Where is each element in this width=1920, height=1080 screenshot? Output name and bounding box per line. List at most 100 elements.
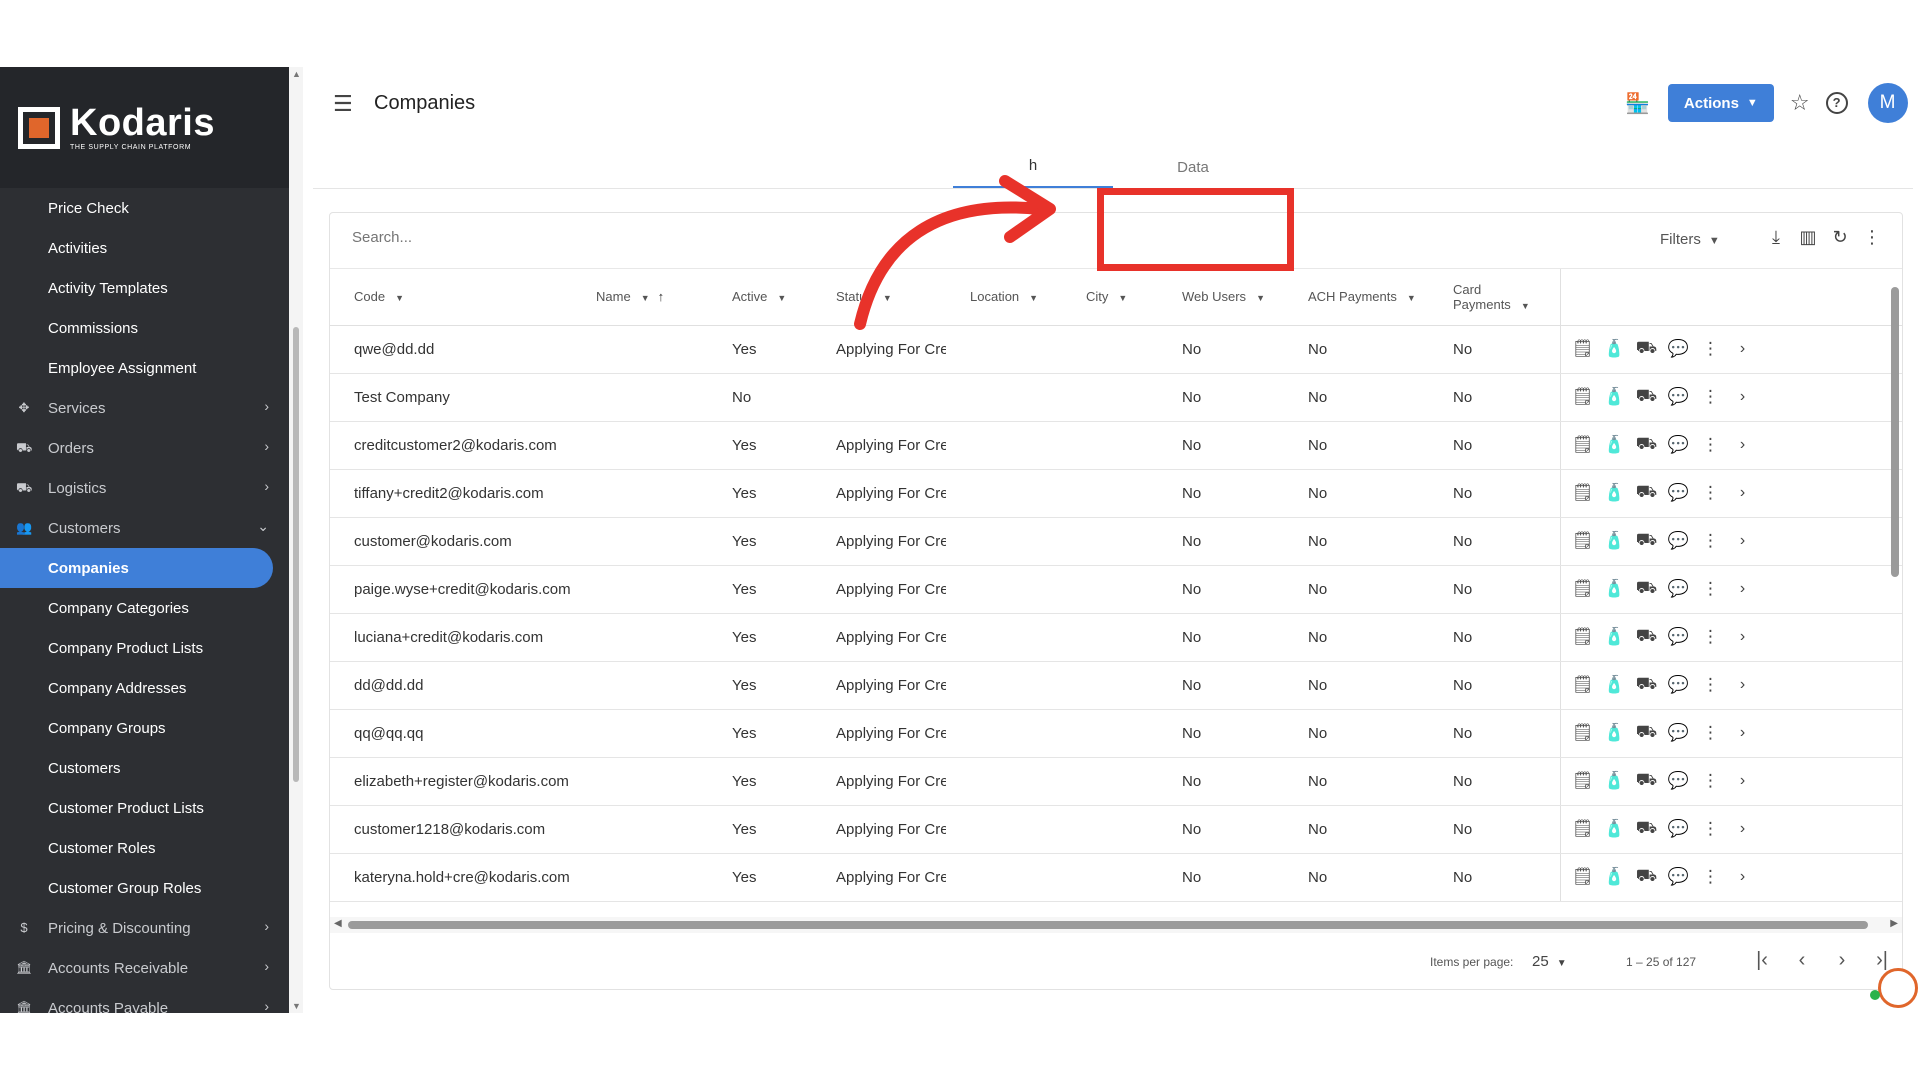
- note-add-icon[interactable]: 🗒: [1567, 483, 1599, 503]
- avatar[interactable]: M: [1867, 83, 1908, 123]
- help-icon[interactable]: ?: [1825, 92, 1848, 114]
- chevron-right-icon[interactable]: ›: [1727, 724, 1759, 742]
- table-row[interactable]: dd@dd.ddYesApplying For CreditNoNoNo🗒🧴⛟💬…: [330, 661, 1902, 710]
- scroll-left-icon[interactable]: ◀: [334, 918, 342, 929]
- bottle-icon[interactable]: 🧴: [1599, 483, 1631, 503]
- items-per-page-select[interactable]: 25 ▼: [1532, 953, 1567, 970]
- comment-icon[interactable]: 💬: [1663, 483, 1695, 503]
- sidebar-item-activity-templates[interactable]: Activity Templates: [0, 268, 289, 308]
- caret-down-icon[interactable]: ▼: [777, 293, 786, 303]
- caret-down-icon[interactable]: ▼: [1256, 293, 1265, 303]
- truck-icon[interactable]: ⛟: [1631, 674, 1663, 696]
- columns-icon[interactable]: ▥: [1792, 227, 1824, 248]
- sidebar-scroll-thumb[interactable]: [293, 327, 299, 782]
- note-add-icon[interactable]: 🗒: [1567, 339, 1599, 359]
- sidebar-item-orders[interactable]: ⛟ Orders ›: [0, 428, 289, 468]
- comment-icon[interactable]: 💬: [1663, 339, 1695, 359]
- actions-button[interactable]: Actions ▼: [1667, 84, 1774, 122]
- more-vert-icon[interactable]: ⋮: [1695, 819, 1727, 839]
- bottle-icon[interactable]: 🧴: [1599, 627, 1631, 647]
- download-icon[interactable]: ⤓: [1760, 227, 1792, 248]
- prev-page-icon[interactable]: ‹: [1782, 949, 1822, 972]
- more-vert-icon[interactable]: ⋮: [1695, 531, 1727, 551]
- truck-icon[interactable]: ⛟: [1631, 434, 1663, 456]
- caret-down-icon[interactable]: ▼: [1521, 301, 1530, 311]
- more-vert-icon[interactable]: ⋮: [1695, 579, 1727, 599]
- truck-icon[interactable]: ⛟: [1631, 338, 1663, 360]
- table-row[interactable]: tiffany+credit2@kodaris.com Yes Applying F…: [330, 469, 1902, 518]
- chevron-right-icon[interactable]: ›: [1727, 628, 1759, 646]
- horizontal-scroll-thumb[interactable]: [348, 921, 1868, 929]
- note-add-icon[interactable]: 🗒: [1567, 723, 1599, 743]
- truck-icon[interactable]: ⛟: [1631, 578, 1663, 600]
- table-row[interactable]: paige.wyse+credit@kodaris.com Yes Applying…: [330, 565, 1902, 614]
- caret-down-icon[interactable]: ▼: [641, 293, 650, 303]
- sidebar-item-customer-roles[interactable]: Customer Roles: [0, 828, 289, 868]
- comment-icon[interactable]: 💬: [1663, 771, 1695, 791]
- chevron-right-icon[interactable]: ›: [1727, 820, 1759, 838]
- note-add-icon[interactable]: 🗒: [1567, 579, 1599, 599]
- truck-icon[interactable]: ⛟: [1631, 386, 1663, 408]
- truck-icon[interactable]: ⛟: [1631, 722, 1663, 744]
- bottle-icon[interactable]: 🧴: [1599, 675, 1631, 695]
- table-row[interactable]: kateryna.hold+cre@kodaris.com Yes Applying…: [330, 853, 1902, 902]
- comment-icon[interactable]: 💬: [1663, 627, 1695, 647]
- sidebar-item-activities[interactable]: Activities: [0, 228, 289, 268]
- table-row[interactable]: customer1218@kodaris.com Yes Applying For …: [330, 805, 1902, 854]
- sidebar-item-companies[interactable]: Companies: [0, 548, 273, 588]
- sidebar-item-company-product-lists[interactable]: Company Product Lists: [0, 628, 289, 668]
- sidebar-item-employee-assignment[interactable]: Employee Assignment: [0, 348, 289, 388]
- refresh-icon[interactable]: ↻: [1824, 227, 1856, 248]
- scroll-up-icon[interactable]: ▲: [292, 69, 301, 79]
- more-vert-icon[interactable]: ⋮: [1695, 867, 1727, 887]
- scroll-right-icon[interactable]: ▶: [1890, 918, 1898, 929]
- comment-icon[interactable]: 💬: [1663, 675, 1695, 695]
- column-header-ach-payments[interactable]: ACH Payments ▼: [1284, 269, 1429, 326]
- table-row[interactable]: qwe@dd.ddYesApplying For CreditNoNoNo🗒🧴⛟…: [330, 325, 1902, 374]
- bottle-icon[interactable]: 🧴: [1599, 531, 1631, 551]
- bottle-icon[interactable]: 🧴: [1599, 771, 1631, 791]
- note-add-icon[interactable]: 🗒: [1567, 819, 1599, 839]
- column-header-code[interactable]: Code ▼: [330, 269, 572, 326]
- comment-icon[interactable]: 💬: [1663, 435, 1695, 455]
- menu-icon[interactable]: ☰: [333, 91, 353, 117]
- vertical-scroll-thumb[interactable]: [1891, 287, 1899, 577]
- sidebar-item-customer-group-roles[interactable]: Customer Group Roles: [0, 868, 289, 908]
- sidebar-item-commissions[interactable]: Commissions: [0, 308, 289, 348]
- more-vert-icon[interactable]: ⋮: [1695, 339, 1727, 359]
- sidebar-item-customers[interactable]: Customers: [0, 748, 289, 788]
- table-row[interactable]: customer@kodaris.com YesApplying For Cred…: [330, 517, 1902, 566]
- sidebar-item-services[interactable]: ✥ Services ›: [0, 388, 289, 428]
- sidebar-item-customer-product-lists[interactable]: Customer Product Lists: [0, 788, 289, 828]
- more-vert-icon[interactable]: ⋮: [1695, 723, 1727, 743]
- star-icon[interactable]: ☆: [1790, 90, 1810, 116]
- column-header-web-users[interactable]: Web Users ▼: [1158, 269, 1284, 326]
- more-vert-icon[interactable]: ⋮: [1695, 771, 1727, 791]
- note-add-icon[interactable]: 🗒: [1567, 627, 1599, 647]
- sidebar-item-company-addresses[interactable]: Company Addresses: [0, 668, 289, 708]
- truck-icon[interactable]: ⛟: [1631, 818, 1663, 840]
- filters-dropdown[interactable]: Filters ▼: [1660, 231, 1720, 248]
- sidebar-item-company-groups[interactable]: Company Groups: [0, 708, 289, 748]
- caret-down-icon[interactable]: ▼: [395, 293, 404, 303]
- chevron-right-icon[interactable]: ›: [1727, 676, 1759, 694]
- more-vert-icon[interactable]: ⋮: [1695, 627, 1727, 647]
- truck-icon[interactable]: ⛟: [1631, 626, 1663, 648]
- logo[interactable]: Kodaris THE SUPPLY CHAIN PLATFORM: [0, 67, 289, 188]
- sidebar-item-accounts-receivable[interactable]: 🏛 Accounts Receivable ›: [0, 948, 289, 988]
- truck-icon[interactable]: ⛟: [1631, 866, 1663, 888]
- note-add-icon[interactable]: 🗒: [1567, 387, 1599, 407]
- comment-icon[interactable]: 💬: [1663, 819, 1695, 839]
- chevron-right-icon[interactable]: ›: [1727, 868, 1759, 886]
- more-vert-icon[interactable]: ⋮: [1695, 675, 1727, 695]
- comment-icon[interactable]: 💬: [1663, 387, 1695, 407]
- add-store-icon[interactable]: 🏪: [1625, 91, 1650, 116]
- comment-icon[interactable]: 💬: [1663, 579, 1695, 599]
- more-vert-icon[interactable]: ⋮: [1695, 387, 1727, 407]
- chat-support-icon[interactable]: [1878, 968, 1918, 1008]
- chevron-right-icon[interactable]: ›: [1727, 532, 1759, 550]
- table-horizontal-scrollbar[interactable]: ◀ ▶: [330, 917, 1902, 933]
- sidebar-item-pricing-discounting[interactable]: $ Pricing & Discounting ›: [0, 908, 289, 948]
- bottle-icon[interactable]: 🧴: [1599, 867, 1631, 887]
- sort-ascending-icon[interactable]: ↑: [658, 289, 665, 304]
